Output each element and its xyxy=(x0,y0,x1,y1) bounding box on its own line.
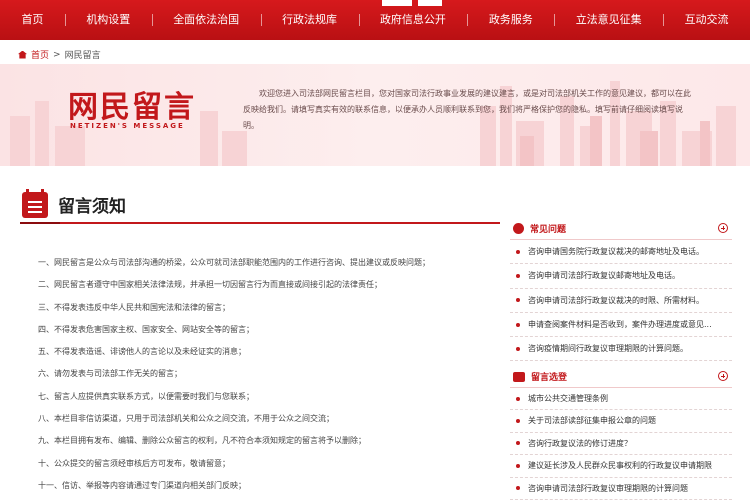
notice-rule: 六、请勿发表与司法部工作无关的留言； xyxy=(38,369,182,379)
notice-rule: 十一、信访、举报等内容请通过专门渠道向相关部门反映； xyxy=(38,480,246,490)
notice-header: 留言须知 xyxy=(20,188,500,224)
selected-message-item[interactable]: 城市公共交通管理条例 xyxy=(510,388,732,411)
notice-rule: 一、网民留言是公众与司法部沟通的桥梁，公众可就司法部职能范围内的工作进行咨询、提… xyxy=(38,258,430,267)
faq-item[interactable]: 咨询疫情期间行政复议审理期限的计算问题。 xyxy=(510,337,732,362)
notice-rules-list: 一、网民留言是公众与司法部沟通的桥梁，公众可就司法部职能范围内的工作进行咨询、提… xyxy=(38,252,500,497)
selected-messages-title: 留言选登 xyxy=(531,373,568,383)
page-banner: 网民留言 NETIZEN'S MESSAGE 欢迎您进入司法部网民留言栏目，您对… xyxy=(0,64,750,166)
selected-messages-list: 城市公共交通管理条例 关于司法部读部征集申报公章的问题 咨询行政复议法的修订进度… xyxy=(510,388,732,500)
notice-rule: 二、网民留言者遵守中国家相关法律法规，并承担一切因留言行为而直接或间接引起的法律… xyxy=(38,280,382,290)
notice-title: 留言须知 xyxy=(58,197,126,217)
selected-messages-more-icon[interactable] xyxy=(718,371,728,381)
notice-rule: 四、不得发表危害国家主权、国家安全、网站安全等的留言； xyxy=(38,324,254,334)
selected-message-item[interactable]: 建议延长涉及人民群众民事权利的行政复议申请期限 xyxy=(510,455,732,478)
nav-item-legislation-opinions[interactable]: 立法意见征集 xyxy=(554,0,663,40)
selected-message-item[interactable]: 关于司法部读部征集申报公章的问题 xyxy=(510,410,732,433)
nav-item-services[interactable]: 政务服务 xyxy=(467,0,554,40)
notice-rule: 五、不得发表造谣、诽谤他人的言论以及未经证实的消息； xyxy=(38,347,246,357)
faq-list: 咨询申请国务院行政复议裁决的邮寄地址及电话。 咨询申请司法部行政复议邮寄地址及电… xyxy=(510,240,732,362)
nav-item-home[interactable]: 首页 xyxy=(0,0,65,40)
banner-intro-text: 欢迎您进入司法部网民留言栏目，您对国家司法行政事业发展的建议建言，或是对司法部机… xyxy=(243,86,693,134)
breadcrumb-home-link[interactable]: 首页 xyxy=(31,48,49,61)
faq-item[interactable]: 咨询申请国务院行政复议裁决的邮寄地址及电话。 xyxy=(510,240,732,265)
breadcrumb-current: 网民留言 xyxy=(64,51,101,61)
notice-rule: 八、本栏目非信访渠道，只用于司法部机关和公众之间交流，不用于公众之间交流； xyxy=(38,414,334,424)
selected-message-item[interactable]: 咨询行政复议法的修订进度？ xyxy=(510,433,732,456)
faq-panel: 常见问题 咨询申请国务院行政复议裁决的邮寄地址及电话。 咨询申请司法部行政复议邮… xyxy=(510,218,732,362)
nav-item-regulations[interactable]: 行政法规库 xyxy=(260,0,359,40)
banner-intro: 欢迎您进入司法部网民留言栏目，您对国家司法行政事业发展的建议建言，或是对司法部机… xyxy=(243,89,691,130)
notice-rule: 十、公众提交的留言须经审核后方可发布，敬请留意； xyxy=(38,458,230,468)
banner-subtitle: NETIZEN'S MESSAGE xyxy=(70,122,185,130)
question-icon xyxy=(513,223,524,234)
faq-header: 常见问题 xyxy=(510,218,732,240)
faq-title: 常见问题 xyxy=(530,225,567,235)
faq-item[interactable]: 咨询申请司法部行政复议邮寄地址及电话。 xyxy=(510,264,732,289)
breadcrumb: 首页 > 网民留言 xyxy=(18,48,101,61)
nav-item-organization[interactable]: 机构设置 xyxy=(64,0,152,40)
notice-divider xyxy=(20,222,500,224)
nav-item-info-disclosure[interactable]: 政府信息公开 xyxy=(358,0,468,40)
notepad-icon xyxy=(22,189,48,218)
notice-rule: 七、留言人应提供真实联系方式，以便需要时我们与您联系； xyxy=(38,391,254,401)
faq-item[interactable]: 咨询申请司法部行政复议裁决的时限、所需材料。 xyxy=(510,289,732,313)
message-icon xyxy=(513,371,525,382)
top-navigation: 首页 机构设置 全面依法治国 行政法规库 政府信息公开 政务服务 立法意见征集 … xyxy=(0,0,750,40)
nav-item-interaction[interactable]: 互动交流 xyxy=(663,0,750,40)
breadcrumb-separator: > xyxy=(53,49,61,60)
selected-messages-header: 留言选登 xyxy=(510,366,732,388)
faq-item[interactable]: 申请查阅案件材料是否收到，案件办理进度或意见... xyxy=(510,313,732,338)
selected-messages-panel: 留言选登 城市公共交通管理条例 关于司法部读部征集申报公章的问题 咨询行政复议法… xyxy=(510,366,732,500)
faq-more-icon[interactable] xyxy=(718,223,728,233)
notice-rule: 三、不得发表违反中华人民共和国宪法和法律的留言； xyxy=(38,302,230,312)
nav-item-rule-of-law[interactable]: 全面依法治国 xyxy=(151,0,261,40)
banner-title: 网民留言 xyxy=(68,90,196,125)
notice-rule: 九、本栏目拥有发布、编辑、删除公众留言的权利，凡不符合本须知规定的留言将予以删除… xyxy=(38,436,366,446)
selected-message-item[interactable]: 咨询申请司法部行政复议审理期限的计算问题 xyxy=(510,478,732,500)
home-icon xyxy=(18,50,27,59)
